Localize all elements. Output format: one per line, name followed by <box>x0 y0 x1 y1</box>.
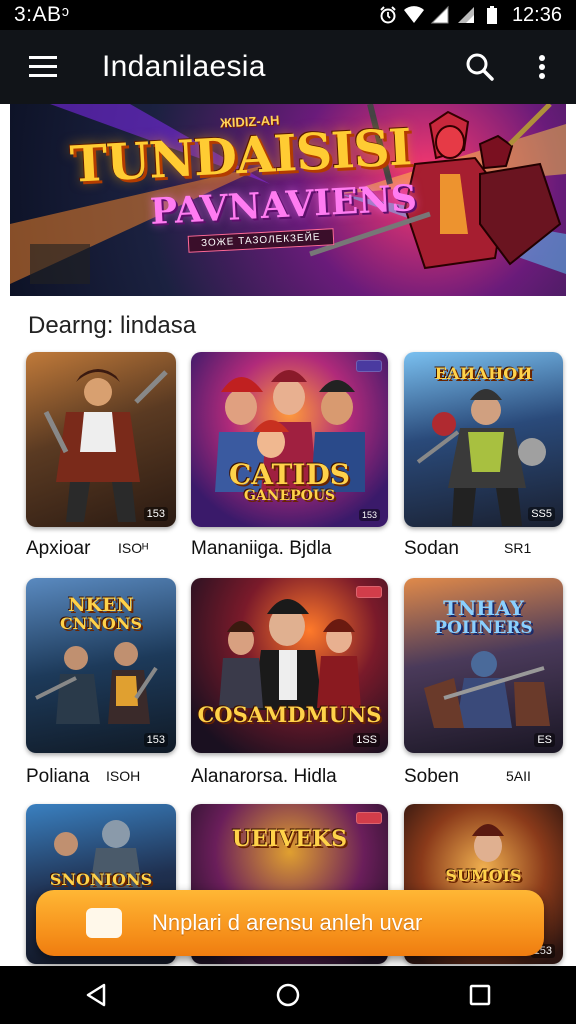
game-title: Soben <box>404 766 459 787</box>
cta-label: Nnplari d arensu anleh uvar <box>152 910 423 935</box>
menu-icon <box>29 56 57 77</box>
app-title: Indanilaesia <box>102 50 266 83</box>
game-badge <box>356 360 382 372</box>
search-button[interactable] <box>456 43 504 91</box>
game-count: 153 <box>143 733 168 747</box>
game-badge <box>356 586 382 598</box>
game-meta: ISOᴴ <box>118 540 149 556</box>
game-thumbnail: CATIDS GANEPOUS 153 <box>191 352 388 527</box>
cta-icon <box>86 908 122 938</box>
game-title: Alanarorsa. Hidla <box>191 766 337 787</box>
status-icons: 12:36 <box>378 4 562 27</box>
game-count: SS5 <box>528 507 555 521</box>
section-title: Dearng: lindasa <box>28 312 197 339</box>
game-logo-text: CATIDS <box>229 458 350 491</box>
game-logo-text: TNHAY <box>443 596 524 620</box>
hero-banner[interactable]: ЖIDIZ-AH TUNDAISISI PAVNAVIENS ЗОЖЕ ТАЗО… <box>10 104 566 296</box>
home-button[interactable] <box>258 966 318 1024</box>
character-art <box>43 369 168 522</box>
back-button[interactable] <box>66 966 126 1024</box>
game-thumbnail: TNHAY POIINERS ES <box>404 578 563 753</box>
install-cta-button[interactable]: Nnplari d arensu anleh uvar <box>36 890 544 956</box>
game-count: 1SS <box>353 733 380 747</box>
search-icon <box>466 53 494 81</box>
game-logo-text: NKEN <box>68 594 134 616</box>
game-count: 153 <box>358 509 380 521</box>
main-content: ЖIDIZ-AH TUNDAISISI PAVNAVIENS ЗОЖЕ ТАЗО… <box>0 104 576 966</box>
game-count: 153 <box>143 507 168 521</box>
alarm-icon <box>380 6 396 24</box>
menu-button[interactable] <box>16 39 72 95</box>
game-badge <box>356 812 382 824</box>
wifi-icon <box>403 6 424 23</box>
game-meta: ISOH <box>106 768 141 784</box>
battery-icon <box>486 6 497 24</box>
game-logo-text: COSAMDMUNS <box>197 702 382 727</box>
game-logo-text: SUMOIS <box>445 866 522 885</box>
status-bar: 3:ABᵓ 12:36 <box>0 0 576 30</box>
game-thumbnail: NKEN CNNONS 153 <box>26 578 176 753</box>
signal-icon <box>430 5 449 24</box>
game-count: ES <box>534 733 555 747</box>
game-title: Mananiiga. Bjdla <box>191 538 332 559</box>
game-logo-text: SNONIONS <box>49 870 153 889</box>
game-thumbnail: 153 <box>26 352 176 527</box>
game-logo-text: ЕАИАНОИ <box>434 364 533 383</box>
status-left-text: 3:ABᵓ <box>14 3 70 26</box>
game-title: Apxioar <box>26 538 91 559</box>
back-icon <box>86 983 106 1007</box>
more-vert-icon <box>539 55 545 79</box>
signal-2-icon <box>457 7 474 23</box>
game-meta: 5AII <box>506 768 531 784</box>
recents-button[interactable] <box>450 966 510 1024</box>
more-options-button[interactable] <box>518 43 566 91</box>
game-logo-subtext: GANEPOUS <box>243 488 336 504</box>
game-logo-text: UEIVEKS <box>231 826 348 852</box>
game-thumbnail: COSAMDMUNS 1SS <box>191 578 388 753</box>
game-meta: SR1 <box>504 540 532 556</box>
status-clock: 12:36 <box>511 3 562 26</box>
game-logo-subtext: POIINERS <box>434 618 533 638</box>
game-title: Poliana <box>26 766 90 787</box>
navigation-bar <box>0 966 576 1024</box>
game-title: Sodan <box>404 538 459 559</box>
game-thumbnail: ЕАИАНОИ SS5 <box>404 352 563 527</box>
game-logo-subtext: CNNONS <box>59 614 143 633</box>
home-icon <box>276 983 300 1007</box>
recents-icon <box>469 984 491 1006</box>
app-bar: Indanilaesia <box>0 30 576 104</box>
